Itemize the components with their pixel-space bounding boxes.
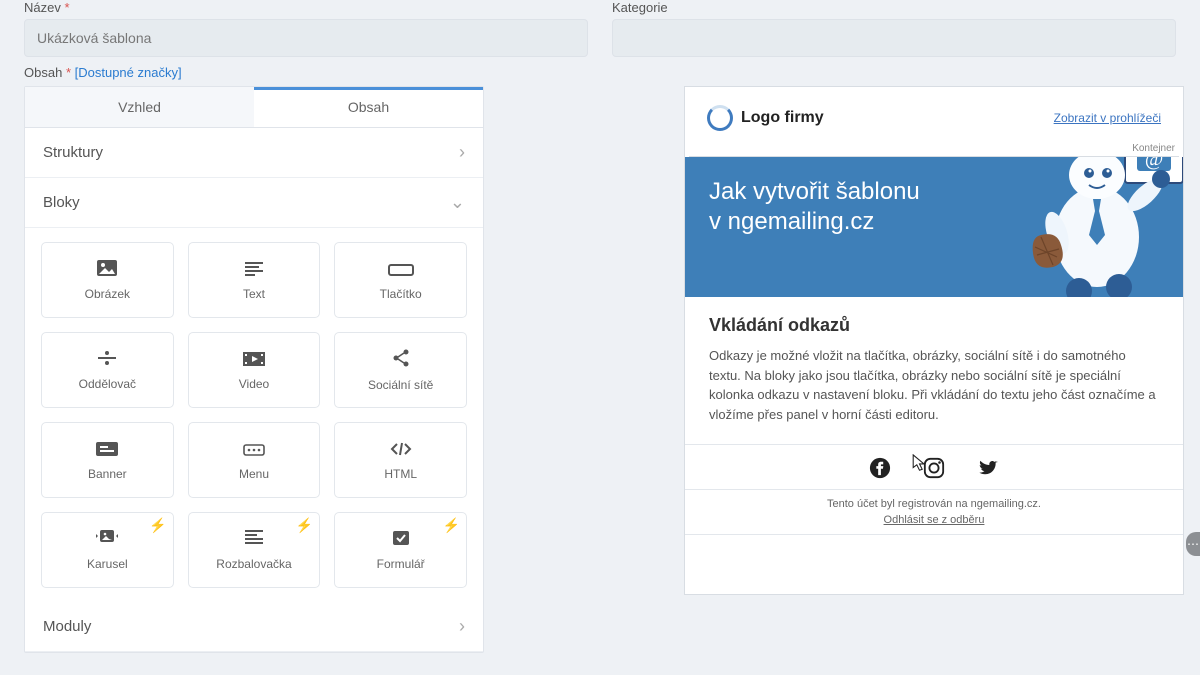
unsubscribe-link[interactable]: Odhlásit se z odběru bbox=[884, 514, 985, 526]
block-karusel[interactable]: ⚡ Karusel bbox=[41, 512, 174, 588]
code-icon bbox=[390, 440, 412, 461]
chevron-right-icon: › bbox=[459, 616, 465, 637]
logo-area: Logo firmy bbox=[707, 105, 824, 131]
body-text: Odkazy je možné vložit na tlačítka, obrá… bbox=[709, 346, 1159, 424]
social-row bbox=[685, 444, 1183, 489]
block-text[interactable]: Text bbox=[188, 242, 321, 318]
block-label: Banner bbox=[88, 467, 127, 481]
carousel-icon bbox=[96, 530, 118, 551]
block-social[interactable]: Sociální sítě bbox=[334, 332, 467, 408]
block-label: Text bbox=[243, 287, 265, 301]
divider-icon bbox=[98, 350, 116, 371]
block-oddelovac[interactable]: Oddělovač bbox=[41, 332, 174, 408]
block-banner[interactable]: Banner bbox=[41, 422, 174, 498]
block-label: Oddělovač bbox=[79, 377, 136, 391]
container-tag: Kontejner bbox=[689, 143, 1179, 157]
block-label: Sociální sítě bbox=[368, 378, 433, 392]
editor-panel: Vzhled Obsah Struktury › Bloky ⌄ Obrázek… bbox=[24, 86, 484, 653]
block-video[interactable]: Video bbox=[188, 332, 321, 408]
svg-text:@: @ bbox=[1145, 157, 1163, 170]
button-icon bbox=[388, 260, 414, 281]
accordion-icon bbox=[245, 530, 263, 551]
bolt-icon: ⚡ bbox=[296, 517, 313, 534]
chevron-right-icon: › bbox=[459, 142, 465, 163]
block-label: Formulář bbox=[377, 557, 425, 571]
category-input[interactable] bbox=[612, 19, 1176, 57]
block-tlacitko[interactable]: Tlačítko bbox=[334, 242, 467, 318]
block-rozbal[interactable]: ⚡ Rozbalovačka bbox=[188, 512, 321, 588]
section-structures[interactable]: Struktury › bbox=[25, 128, 483, 178]
bolt-icon: ⚡ bbox=[149, 517, 166, 534]
block-label: Video bbox=[239, 377, 269, 391]
tab-content[interactable]: Obsah bbox=[254, 87, 483, 127]
side-handle[interactable]: ⋯ bbox=[1186, 532, 1200, 556]
category-label: Kategorie bbox=[612, 0, 1176, 15]
bolt-icon: ⚡ bbox=[443, 517, 460, 534]
banner-icon bbox=[96, 440, 118, 461]
block-label: Rozbalovačka bbox=[216, 557, 291, 571]
block-formular[interactable]: ⚡ Formulář bbox=[334, 512, 467, 588]
block-label: HTML bbox=[384, 467, 417, 481]
obsah-row: Obsah * [Dostupné značky] bbox=[0, 61, 1200, 86]
name-label: Název * bbox=[24, 0, 588, 15]
video-icon bbox=[243, 350, 265, 371]
email-preview: Logo firmy Zobrazit v prohlížeči Kontejn… bbox=[684, 86, 1184, 595]
block-label: Menu bbox=[239, 467, 269, 481]
hero-banner[interactable]: Jak vytvořit šablonu v ngemailing.cz @ bbox=[685, 157, 1183, 297]
robot-mascot-image: @ bbox=[1027, 157, 1183, 297]
block-label: Karusel bbox=[87, 557, 128, 571]
name-input[interactable] bbox=[24, 19, 588, 57]
block-label: Obrázek bbox=[85, 287, 130, 301]
section-blocks[interactable]: Bloky ⌄ bbox=[25, 178, 483, 228]
chevron-down-icon: ⌄ bbox=[450, 192, 465, 213]
share-icon bbox=[392, 349, 410, 372]
block-obrazek[interactable]: Obrázek bbox=[41, 242, 174, 318]
twitter-icon[interactable] bbox=[977, 457, 999, 479]
text-icon bbox=[245, 260, 263, 281]
checkbox-icon bbox=[392, 530, 410, 551]
cursor-icon bbox=[912, 454, 927, 472]
block-label: Tlačítko bbox=[380, 287, 422, 301]
menu-icon bbox=[243, 440, 265, 461]
hero-title: Jak vytvořit šablonu v ngemailing.cz bbox=[709, 177, 989, 237]
image-icon bbox=[97, 260, 117, 281]
view-in-browser-link[interactable]: Zobrazit v prohlížeči bbox=[1054, 111, 1161, 125]
body-title: Vkládání odkazů bbox=[709, 315, 1159, 336]
block-html[interactable]: HTML bbox=[334, 422, 467, 498]
logo-text: Logo firmy bbox=[741, 109, 824, 127]
block-menu[interactable]: Menu bbox=[188, 422, 321, 498]
available-tags-link[interactable]: [Dostupné značky] bbox=[75, 65, 182, 80]
facebook-icon[interactable] bbox=[869, 457, 891, 479]
footer-registered: Tento účet byl registrován na ngemailing… bbox=[685, 489, 1183, 514]
tab-appearance[interactable]: Vzhled bbox=[25, 87, 254, 127]
section-modules[interactable]: Moduly › bbox=[25, 602, 483, 652]
logo-circle-icon bbox=[707, 105, 733, 131]
